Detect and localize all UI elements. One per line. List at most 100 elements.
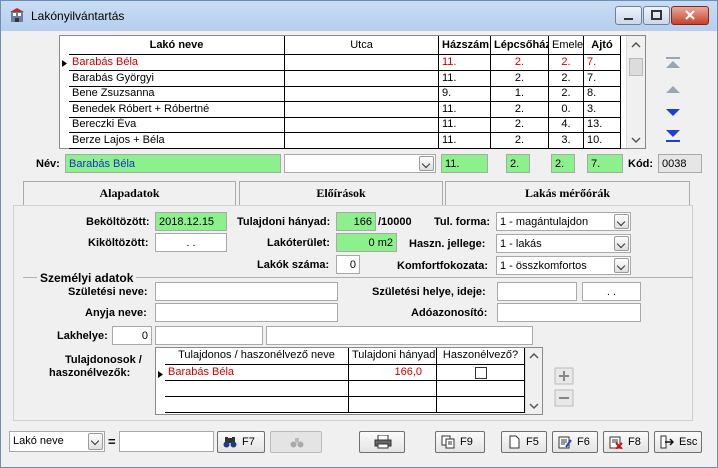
column-header-staircase[interactable]: Lépcsőház xyxy=(491,36,549,55)
grid-cell-hazszam[interactable]: 11. xyxy=(439,132,491,149)
grid-cell-ajto[interactable]: 7. xyxy=(584,55,621,71)
ownership-share-field[interactable]: 166 xyxy=(336,212,376,231)
grid-cell-emelet[interactable]: 3. xyxy=(549,132,584,149)
grid-cell-utca[interactable] xyxy=(285,70,439,87)
search-field-select[interactable]: Lakó neve xyxy=(9,431,105,452)
usage-type-select[interactable]: 1 - lakás xyxy=(496,234,631,253)
tab-alapadatok[interactable]: Alapadatok xyxy=(23,181,236,205)
column-header-name[interactable]: Lakó neve xyxy=(69,36,285,55)
title-bar[interactable]: Lakónyilvántartás xyxy=(1,1,717,31)
grid-cell-utca[interactable] xyxy=(285,132,439,149)
nav-next-icon[interactable] xyxy=(661,102,685,124)
tab-lakas-merooirak[interactable]: Lakás mérőórák xyxy=(445,181,690,205)
nav-first-icon[interactable] xyxy=(661,53,685,75)
chevron-down-icon[interactable] xyxy=(614,214,629,229)
residents-count-field[interactable]: 0 xyxy=(336,255,360,274)
grid-cell-utca[interactable] xyxy=(285,86,439,102)
close-button[interactable] xyxy=(671,6,709,25)
moved-out-field[interactable]: . . xyxy=(155,233,227,252)
address-street-field[interactable] xyxy=(266,326,533,345)
owner-name-cell[interactable]: Barabás Béla xyxy=(165,365,349,381)
owners-header-share[interactable]: Tulajdoni hányad xyxy=(349,348,437,365)
usufruct-checkbox[interactable] xyxy=(475,367,487,379)
tab-eloirasok[interactable]: Előírások xyxy=(239,181,443,205)
exit-button[interactable]: Esc xyxy=(654,431,702,453)
owners-header-name[interactable]: Tulajdonos / haszonélvező neve xyxy=(165,348,349,365)
grid-cell-lepcsohaz[interactable]: 2. xyxy=(491,101,549,118)
staircase-field[interactable]: 2. xyxy=(506,154,530,173)
residents-grid[interactable]: Lakó neve Utca Házszám Lépcsőház Emelet … xyxy=(59,35,646,149)
tax-id-field[interactable] xyxy=(497,303,641,322)
grid-cell-lepcsohaz[interactable]: 2. xyxy=(491,132,549,149)
add-owner-icon[interactable] xyxy=(554,367,574,385)
grid-cell-ajto[interactable]: 8. xyxy=(584,86,621,102)
grid-scroll-thumb[interactable] xyxy=(629,58,643,76)
birth-place-field[interactable] xyxy=(497,282,577,301)
grid-cell-emelet[interactable]: 2. xyxy=(549,55,584,71)
copy-button[interactable]: F9 xyxy=(435,431,485,453)
door-field[interactable]: 7. xyxy=(587,154,623,173)
grid-cell-name[interactable]: Bereczki Éva xyxy=(69,117,285,133)
grid-cell-hazszam[interactable]: 11. xyxy=(439,117,491,133)
owner-empty-cell[interactable] xyxy=(165,381,349,397)
grid-cell-lepcsohaz[interactable]: 1. xyxy=(491,86,549,102)
column-header-street[interactable]: Utca xyxy=(285,36,439,55)
grid-cell-ajto[interactable]: 7. xyxy=(584,70,621,87)
nav-prev-icon[interactable] xyxy=(661,79,685,101)
minimize-button[interactable] xyxy=(615,6,642,25)
owners-scrollbar[interactable] xyxy=(525,348,542,414)
column-header-housenumber[interactable]: Házszám xyxy=(439,36,491,55)
chevron-down-icon[interactable] xyxy=(419,156,434,171)
new-button[interactable]: F5 xyxy=(501,431,547,453)
owner-share-cell[interactable]: 166,0 xyxy=(349,365,437,381)
column-header-floor[interactable]: Emelet xyxy=(549,36,584,55)
grid-cell-ajto[interactable]: 10. xyxy=(584,132,621,149)
print-button[interactable] xyxy=(359,431,405,453)
grid-cell-utca[interactable] xyxy=(285,117,439,133)
grid-cell-name[interactable]: Bene Zsuzsanna xyxy=(69,86,285,102)
name-field[interactable]: Barabás Béla xyxy=(65,154,281,173)
search-button[interactable]: F7 xyxy=(217,431,265,453)
nav-last-icon[interactable] xyxy=(661,125,685,147)
grid-cell-hazszam[interactable]: 11. xyxy=(439,55,491,71)
grid-cell-name[interactable]: Barabás Béla xyxy=(69,55,285,71)
mother-name-field[interactable] xyxy=(155,303,338,322)
grid-cell-hazszam[interactable]: 11. xyxy=(439,70,491,87)
chevron-down-icon[interactable] xyxy=(614,258,629,273)
grid-cell-hazszam[interactable]: 9. xyxy=(439,86,491,102)
search-next-button[interactable] xyxy=(270,431,322,453)
address-city-field[interactable] xyxy=(155,326,263,345)
delete-button[interactable]: F8 xyxy=(603,431,649,453)
remove-owner-icon[interactable] xyxy=(554,389,574,407)
grid-cell-ajto[interactable]: 13. xyxy=(584,117,621,133)
moved-in-field[interactable]: 2018.12.15 xyxy=(155,212,227,231)
grid-cell-utca[interactable] xyxy=(285,101,439,118)
grid-cell-name[interactable]: Barabás Györgyi xyxy=(69,70,285,87)
ownership-form-select[interactable]: 1 - magántulajdon xyxy=(496,212,631,231)
birth-name-field[interactable] xyxy=(155,282,338,301)
floor-field[interactable]: 2. xyxy=(551,154,575,173)
grid-cell-name[interactable]: Benedek Róbert + Róbertné xyxy=(69,101,285,118)
owner-empty-cell[interactable] xyxy=(165,397,349,413)
address-zip-field[interactable]: 0 xyxy=(112,326,152,345)
grid-cell-emelet[interactable]: 4. xyxy=(549,117,584,133)
grid-cell-lepcsohaz[interactable]: 2. xyxy=(491,117,549,133)
maximize-button[interactable] xyxy=(643,6,670,25)
grid-scrollbar[interactable] xyxy=(626,36,645,148)
owner-empty-cell[interactable] xyxy=(437,397,525,413)
comfort-level-select[interactable]: 1 - összkomfortos xyxy=(496,256,631,275)
grid-cell-hazszam[interactable]: 11. xyxy=(439,101,491,118)
grid-cell-emelet[interactable]: 0. xyxy=(549,101,584,118)
grid-cell-name[interactable]: Berze Lajos + Béla xyxy=(69,132,285,149)
housenumber-field[interactable]: 11. xyxy=(441,154,488,173)
street-combo[interactable] xyxy=(284,154,436,173)
owner-empty-cell[interactable] xyxy=(437,381,525,397)
grid-cell-utca[interactable] xyxy=(285,55,439,71)
chevron-down-icon[interactable] xyxy=(88,433,103,450)
grid-cell-emelet[interactable]: 2. xyxy=(549,70,584,87)
owner-empty-cell[interactable] xyxy=(349,381,437,397)
edit-button[interactable]: F6 xyxy=(552,431,598,453)
grid-cell-ajto[interactable]: 3. xyxy=(584,101,621,118)
grid-cell-emelet[interactable]: 2. xyxy=(549,86,584,102)
grid-cell-lepcsohaz[interactable]: 2. xyxy=(491,70,549,87)
